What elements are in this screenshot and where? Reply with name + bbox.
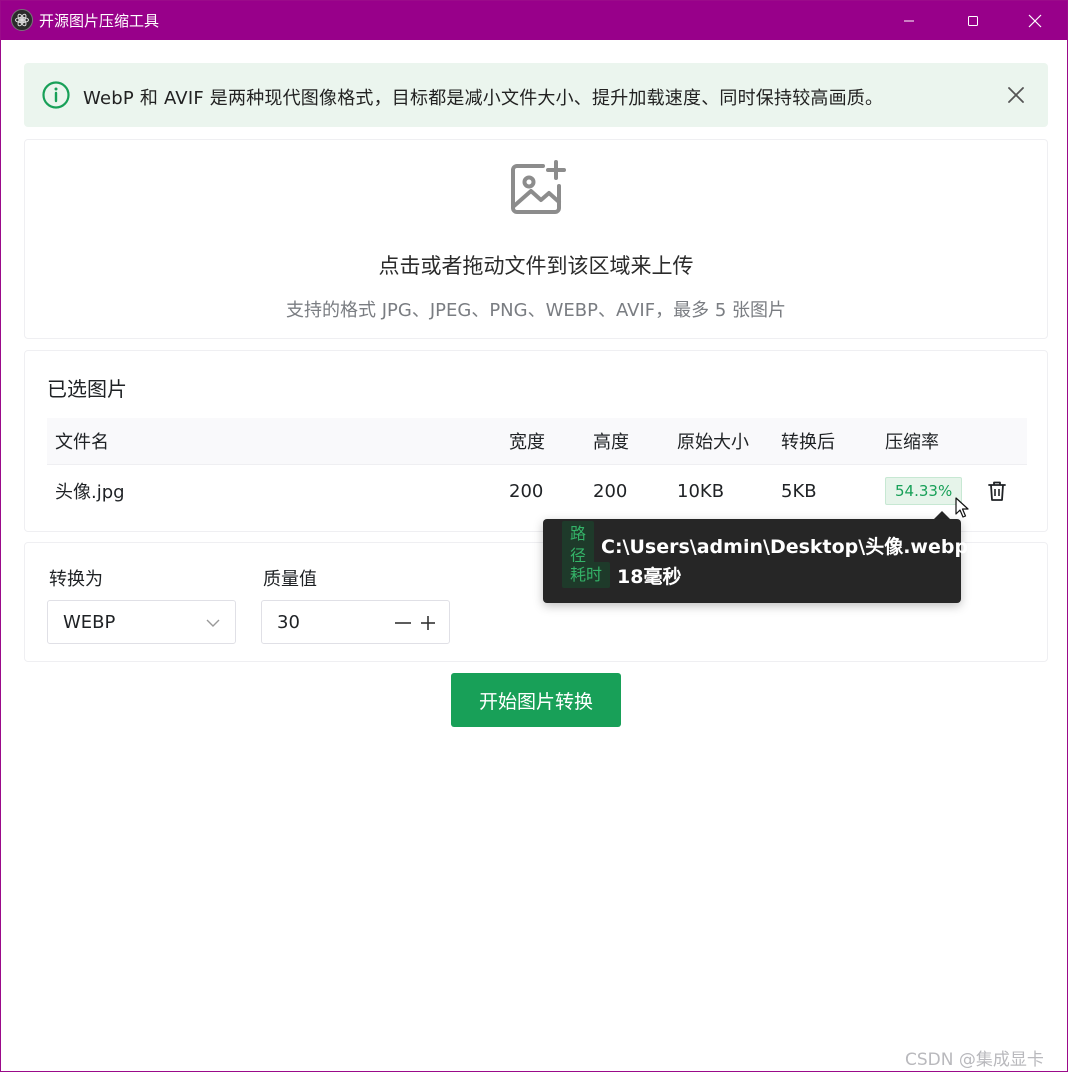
- info-alert: WebP 和 AVIF 是两种现代图像格式，目标都是减小文件大小、提升加载速度、…: [24, 63, 1048, 127]
- minus-icon[interactable]: [393, 613, 413, 633]
- format-select-value: WEBP: [63, 612, 116, 633]
- plus-icon[interactable]: [418, 613, 438, 633]
- column-header-filename: 文件名: [55, 432, 109, 453]
- watermark: CSDN @集成显卡: [905, 1050, 1044, 1070]
- upload-title: 点击或者拖动文件到该区域来上传: [378, 254, 694, 278]
- upload-dropzone[interactable]: 点击或者拖动文件到该区域来上传 支持的格式 JPG、JPEG、PNG、WEBP、…: [24, 139, 1048, 339]
- close-window-button[interactable]: [1003, 1, 1067, 40]
- image-width: 200: [509, 480, 544, 502]
- column-header-ratio: 压缩率: [885, 432, 939, 453]
- tooltip-path-row: 路径 C:\Users\admin\Desktop\头像.webp: [562, 521, 969, 569]
- close-icon: [1028, 14, 1042, 27]
- tooltip-time-label: 耗时: [562, 562, 611, 588]
- app-window: 开源图片压缩工具 WebP 和 AVIF 是两种现代图像格式，目标都是减小文件大…: [0, 0, 1068, 1072]
- tooltip-time-value: 18毫秒: [617, 565, 682, 588]
- column-header-converted-size: 转换后: [781, 432, 835, 453]
- image-height: 200: [593, 480, 628, 502]
- app-logo-icon: [11, 9, 33, 31]
- alert-message: WebP 和 AVIF 是两种现代图像格式，目标都是减小文件大小、提升加载速度、…: [83, 88, 884, 109]
- column-header-width: 宽度: [509, 432, 545, 453]
- minimize-button[interactable]: [877, 1, 941, 40]
- title-bar[interactable]: 开源图片压缩工具: [1, 1, 1067, 40]
- quality-label: 质量值: [263, 569, 317, 590]
- quality-input[interactable]: 30: [277, 612, 300, 633]
- format-label: 转换为: [49, 569, 103, 590]
- file-name: 头像.jpg: [55, 482, 125, 503]
- table-row: 头像.jpg 200 200 10KB 5KB 54.33%: [47, 465, 1027, 517]
- upload-subtitle: 支持的格式 JPG、JPEG、PNG、WEBP、AVIF，最多 5 张图片: [286, 300, 786, 321]
- chevron-down-icon: [206, 619, 220, 627]
- info-circle-icon: [42, 81, 70, 109]
- section-title: 已选图片: [47, 377, 127, 401]
- selected-images-card: 已选图片 文件名 宽度 高度 原始大小 转换后 压缩率 头像.jpg 200 2…: [24, 350, 1048, 532]
- tooltip-arrow: [934, 511, 950, 519]
- alert-close-icon[interactable]: [1004, 83, 1028, 107]
- minimize-icon: [904, 20, 914, 21]
- start-convert-button[interactable]: 开始图片转换: [451, 673, 621, 727]
- converted-size: 5KB: [781, 480, 817, 502]
- image-plus-icon: [511, 160, 566, 214]
- window-title: 开源图片压缩工具: [39, 12, 160, 30]
- column-header-height: 高度: [593, 432, 629, 453]
- quality-stepper[interactable]: 30: [261, 600, 450, 644]
- column-header-original-size: 原始大小: [677, 432, 749, 453]
- tooltip-path-value: C:\Users\admin\Desktop\头像.webp: [601, 535, 969, 558]
- maximize-button[interactable]: [941, 1, 1005, 40]
- compression-ratio-tag[interactable]: 54.33%: [885, 477, 963, 505]
- table-header: 文件名 宽度 高度 原始大小 转换后 压缩率: [47, 418, 1027, 465]
- maximize-icon: [968, 15, 978, 26]
- mouse-cursor-icon: [955, 497, 969, 518]
- images-table: 文件名 宽度 高度 原始大小 转换后 压缩率 头像.jpg 200 200 10…: [47, 418, 1027, 517]
- trash-icon[interactable]: [985, 479, 1009, 503]
- tooltip-time-row: 耗时 18毫秒: [562, 562, 681, 588]
- delete-cell: [985, 465, 1009, 517]
- format-select[interactable]: WEBP: [47, 600, 236, 644]
- file-info-tooltip: 路径 C:\Users\admin\Desktop\头像.webp 耗时 18毫…: [543, 519, 968, 603]
- ratio-cell: 54.33%: [885, 465, 963, 517]
- original-size: 10KB: [677, 480, 725, 502]
